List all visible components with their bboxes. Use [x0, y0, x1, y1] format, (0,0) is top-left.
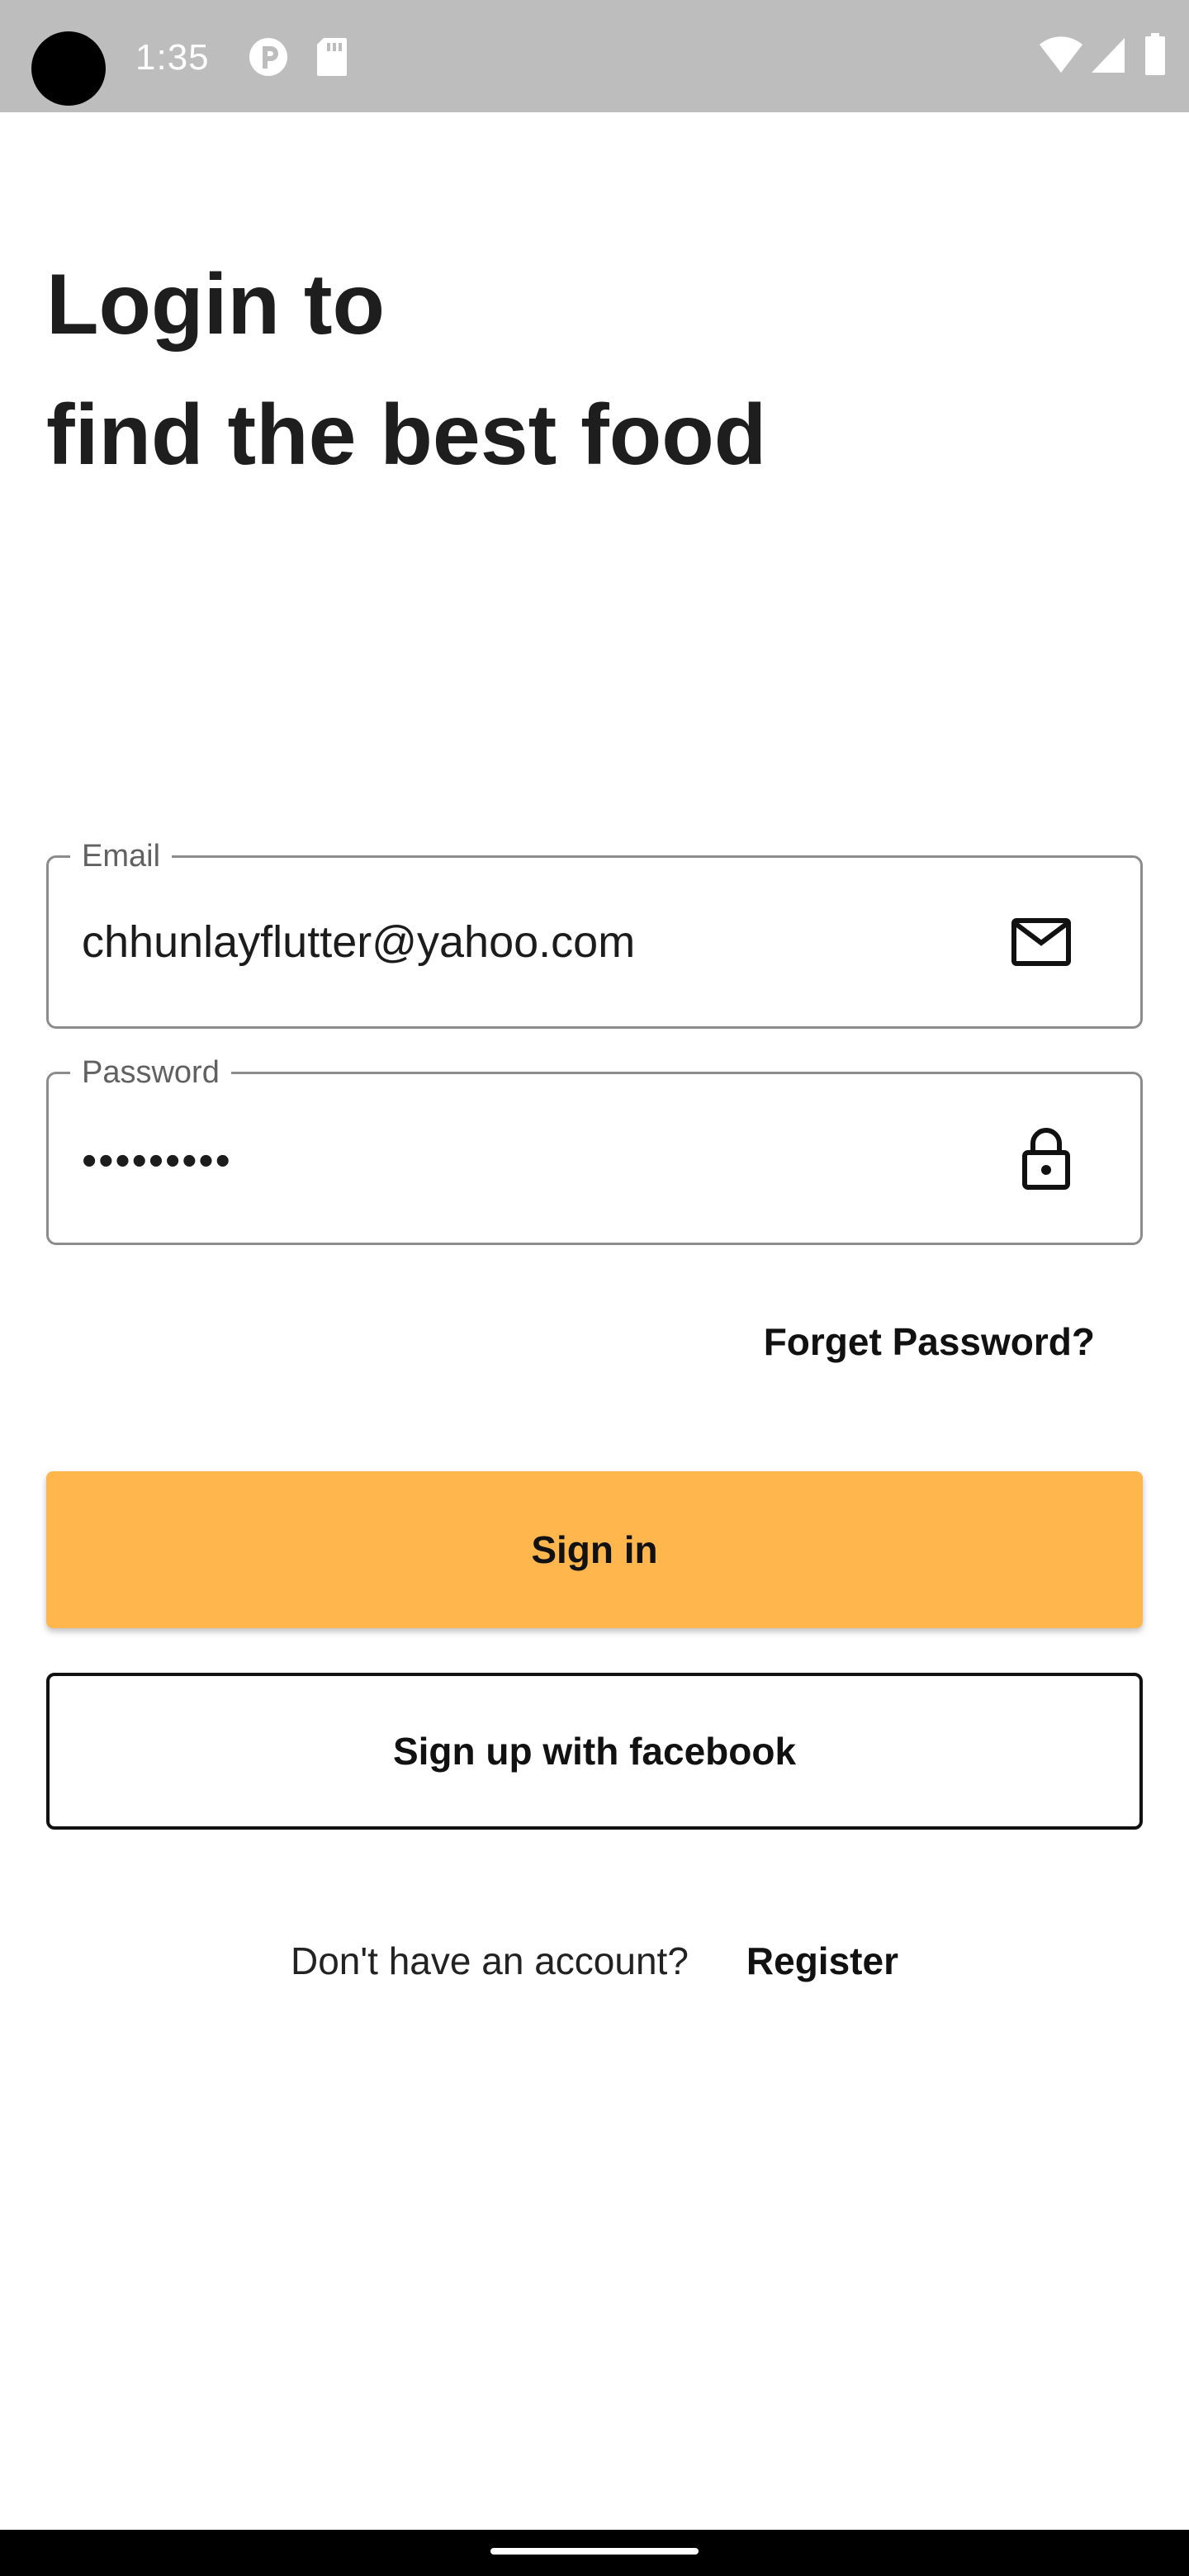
home-indicator[interactable] — [490, 2548, 699, 2555]
pocket-casts-icon — [249, 38, 287, 76]
forgot-password-link[interactable]: Forget Password? — [764, 1313, 1095, 1371]
wifi-icon — [1040, 36, 1082, 73]
password-field[interactable]: Password ••••••••• — [46, 1053, 1143, 1245]
status-time: 1:35 — [135, 37, 210, 78]
sd-card-icon — [317, 38, 347, 76]
register-prompt: Don't have an account? — [291, 1939, 689, 1982]
register-link[interactable]: Register — [746, 1932, 898, 1990]
signal-icon — [1092, 38, 1125, 73]
sign-in-button[interactable]: Sign in — [46, 1471, 1143, 1628]
login-screen: 1:35 Login to find the best food Email c… — [0, 0, 1189, 2576]
mail-icon — [1011, 918, 1071, 966]
status-bar: 1:35 — [0, 0, 1189, 112]
register-row: Don't have an account? Register — [0, 1932, 1189, 1990]
facebook-signup-button[interactable]: Sign up with facebook — [46, 1673, 1143, 1830]
email-input[interactable]: chhunlayflutter@yahoo.com — [82, 858, 635, 1026]
navigation-bar — [0, 2530, 1189, 2576]
email-field[interactable]: Email chhunlayflutter@yahoo.com — [46, 836, 1143, 1029]
battery-icon — [1145, 33, 1165, 75]
title-line-1: Login to — [46, 257, 386, 353]
page-title: Login to find the best food — [46, 239, 1120, 500]
camera-cutout — [31, 31, 106, 106]
title-line-2: find the best food — [46, 387, 767, 483]
lock-icon — [1022, 1128, 1070, 1190]
password-input[interactable]: ••••••••• — [82, 1074, 232, 1243]
